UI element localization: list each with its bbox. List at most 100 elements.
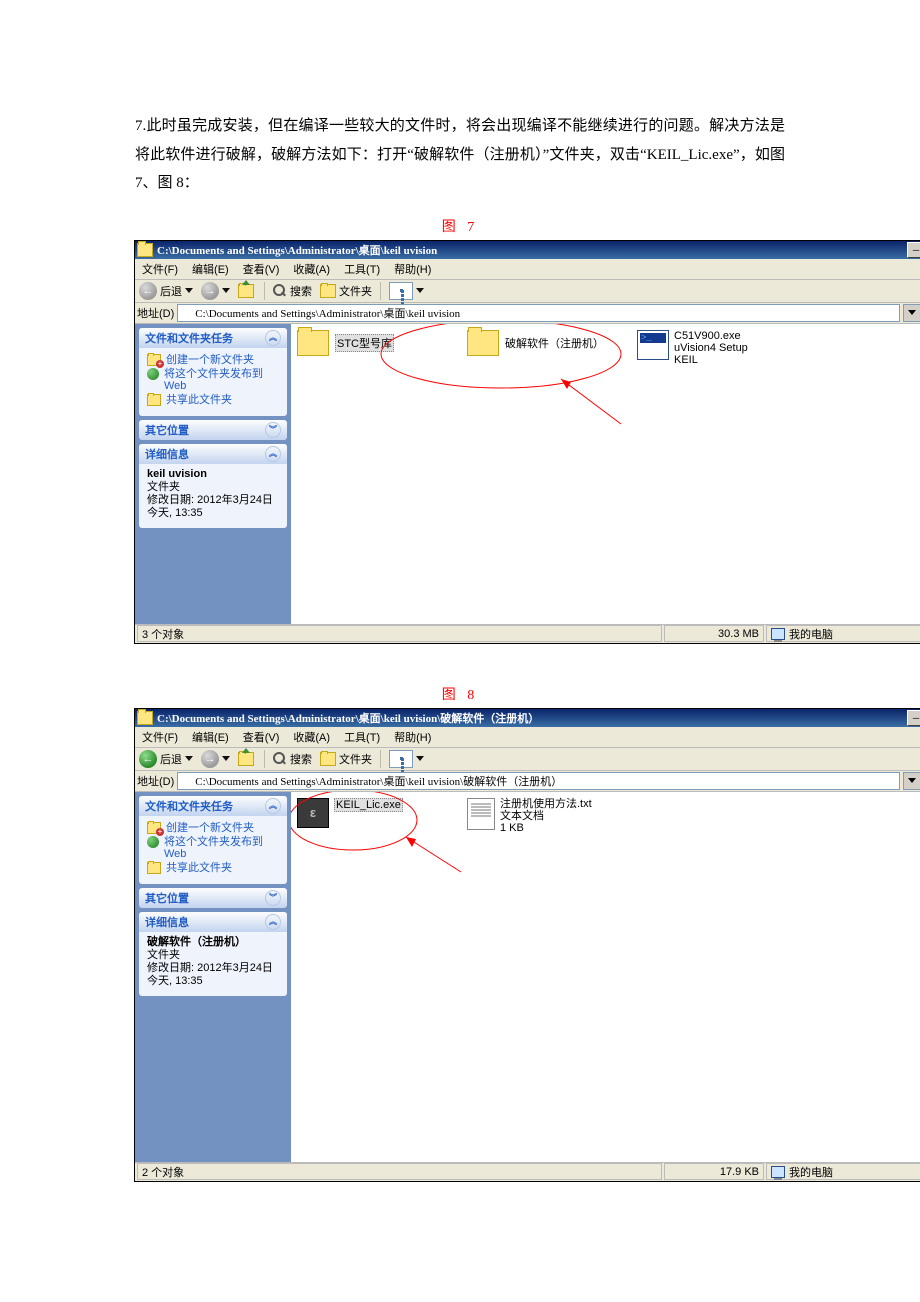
panel-header-tasks[interactable]: 文件和文件夹任务 ︽ <box>139 796 287 816</box>
address-input[interactable]: C:\Documents and Settings\Administrator\… <box>177 772 900 790</box>
file-size: 1 KB <box>500 822 524 834</box>
address-dropdown[interactable] <box>903 304 920 322</box>
panel-header-details[interactable]: 详细信息︽ <box>139 444 287 464</box>
menubar: 文件(F) 编辑(E) 查看(V) 收藏(A) 工具(T) 帮助(H) <box>135 727 920 748</box>
folders-button[interactable]: 文件夹 <box>318 751 374 767</box>
folders-icon <box>320 284 336 298</box>
panel-header-other[interactable]: 其它位置︾ <box>139 420 287 440</box>
menu-view[interactable]: 查看(V) <box>236 261 287 277</box>
file-item-crack[interactable]: 破解软件（注册机） <box>467 330 607 356</box>
dropdown-icon[interactable] <box>416 756 424 762</box>
status-size: 17.9 KB <box>664 1163 764 1180</box>
view-mode-button[interactable] <box>387 750 426 768</box>
chevron-down-icon[interactable]: ︾ <box>265 422 281 438</box>
computer-icon <box>771 628 785 640</box>
forward-button[interactable]: → <box>199 282 232 300</box>
menu-tools[interactable]: 工具(T) <box>337 261 387 277</box>
address-dropdown[interactable] <box>903 772 920 790</box>
status-objects: 3 个对象 <box>137 625 662 642</box>
minimize-button[interactable]: ─ <box>907 242 920 258</box>
detail-modified: 修改日期: 2012年3月24日今天, 13:35 <box>147 962 273 987</box>
back-label: 后退 <box>160 751 182 767</box>
file-item-usage-txt[interactable]: 注册机使用方法.txt 文本文档 1 KB <box>467 798 607 834</box>
task-publish[interactable]: 将这个文件夹发布到 Web <box>147 836 279 860</box>
minimize-button[interactable]: ─ <box>907 710 920 726</box>
dropdown-icon[interactable] <box>185 756 193 762</box>
file-item-keil-lic[interactable]: ε KEIL_Lic.exe <box>297 798 437 828</box>
task-new-folder[interactable]: 创建一个新文件夹 <box>147 822 279 834</box>
titlebar[interactable]: C:\Documents and Settings\Administrator\… <box>135 241 920 259</box>
folder-icon <box>180 776 192 786</box>
content-area[interactable]: ε KEIL_Lic.exe 注册机使用方法.txt 文本文档 1 KB <box>291 792 920 1162</box>
separator <box>380 750 381 768</box>
view-mode-button[interactable] <box>387 282 426 300</box>
up-button[interactable] <box>236 752 258 766</box>
chevron-up-icon[interactable]: ︽ <box>265 446 281 462</box>
folder-icon <box>467 330 499 356</box>
task-share[interactable]: 共享此文件夹 <box>147 862 279 874</box>
up-icon <box>238 752 254 766</box>
file-label: C51V900.exe <box>674 330 741 342</box>
chevron-up-icon[interactable]: ︽ <box>265 914 281 930</box>
chevron-up-icon[interactable]: ︽ <box>265 798 281 814</box>
menubar: 文件(F) 编辑(E) 查看(V) 收藏(A) 工具(T) 帮助(H) <box>135 259 920 280</box>
detail-type: 文件夹 <box>147 949 180 961</box>
titlebar[interactable]: C:\Documents and Settings\Administrator\… <box>135 709 920 727</box>
menu-help[interactable]: 帮助(H) <box>387 729 438 745</box>
explorer-window-fig7: C:\Documents and Settings\Administrator\… <box>134 240 920 644</box>
address-label: 地址(D) <box>137 773 174 789</box>
task-publish[interactable]: 将这个文件夹发布到 Web <box>147 368 279 392</box>
folder-icon <box>180 308 192 318</box>
chevron-down-icon[interactable]: ︾ <box>265 890 281 906</box>
file-label: KEIL_Lic.exe <box>334 798 403 812</box>
exe-icon: ε <box>297 798 329 828</box>
search-button[interactable]: 搜索 <box>271 283 314 299</box>
back-button[interactable]: ←后退 <box>137 282 195 300</box>
new-folder-icon <box>147 822 161 834</box>
para-text: 此时虽完成安装，但在编译一些较大的文件时，将会出现编译不能继续进行的问题。解决方… <box>135 118 785 191</box>
dropdown-icon[interactable] <box>222 288 230 294</box>
toolbar: ←后退 → 搜索 文件夹 <box>135 748 920 771</box>
file-item-stc[interactable]: STC型号库 <box>297 330 437 356</box>
menu-edit[interactable]: 编辑(E) <box>185 261 236 277</box>
status-location: 我的电脑 <box>766 1163 920 1180</box>
search-icon <box>273 752 287 766</box>
folder-icon <box>297 330 329 356</box>
menu-view[interactable]: 查看(V) <box>236 729 287 745</box>
task-share[interactable]: 共享此文件夹 <box>147 394 279 406</box>
address-label: 地址(D) <box>137 305 174 321</box>
address-input[interactable]: C:\Documents and Settings\Administrator\… <box>177 304 900 322</box>
menu-edit[interactable]: 编辑(E) <box>185 729 236 745</box>
file-label: 破解软件（注册机） <box>505 335 604 351</box>
menu-tools[interactable]: 工具(T) <box>337 729 387 745</box>
forward-button[interactable]: → <box>199 750 232 768</box>
dropdown-icon[interactable] <box>416 288 424 294</box>
dropdown-icon[interactable] <box>222 756 230 762</box>
sidebar: 文件和文件夹任务 ︽ 创建一个新文件夹 将这个文件夹发布到 Web 共享此文件夹… <box>135 792 291 1162</box>
chevron-up-icon[interactable]: ︽ <box>265 330 281 346</box>
status-location: 我的电脑 <box>766 625 920 642</box>
dropdown-icon[interactable] <box>185 288 193 294</box>
up-icon <box>238 284 254 298</box>
statusbar: 3 个对象 30.3 MB 我的电脑 <box>135 624 920 643</box>
menu-fav[interactable]: 收藏(A) <box>286 261 337 277</box>
back-label: 后退 <box>160 283 182 299</box>
content-area[interactable]: STC型号库 破解软件（注册机） C51V900.exe uVision4 Se… <box>291 324 920 624</box>
address-bar: 地址(D) C:\Documents and Settings\Administ… <box>135 771 920 792</box>
menu-fav[interactable]: 收藏(A) <box>286 729 337 745</box>
panel-other: 其它位置︾ <box>139 888 287 908</box>
up-button[interactable] <box>236 284 258 298</box>
figure-8-label: 图 8 <box>135 684 785 704</box>
task-new-folder[interactable]: 创建一个新文件夹 <box>147 354 279 366</box>
folders-button[interactable]: 文件夹 <box>318 283 374 299</box>
file-item-setup[interactable]: C51V900.exe uVision4 Setup KEIL <box>637 330 777 366</box>
search-button[interactable]: 搜索 <box>271 751 314 767</box>
menu-help[interactable]: 帮助(H) <box>387 261 438 277</box>
panel-header-tasks[interactable]: 文件和文件夹任务 ︽ <box>139 328 287 348</box>
menu-file[interactable]: 文件(F) <box>135 261 185 277</box>
menu-file[interactable]: 文件(F) <box>135 729 185 745</box>
back-button[interactable]: ←后退 <box>137 750 195 768</box>
panel-header-details[interactable]: 详细信息︽ <box>139 912 287 932</box>
setup-exe-icon <box>637 330 669 360</box>
panel-header-other[interactable]: 其它位置︾ <box>139 888 287 908</box>
